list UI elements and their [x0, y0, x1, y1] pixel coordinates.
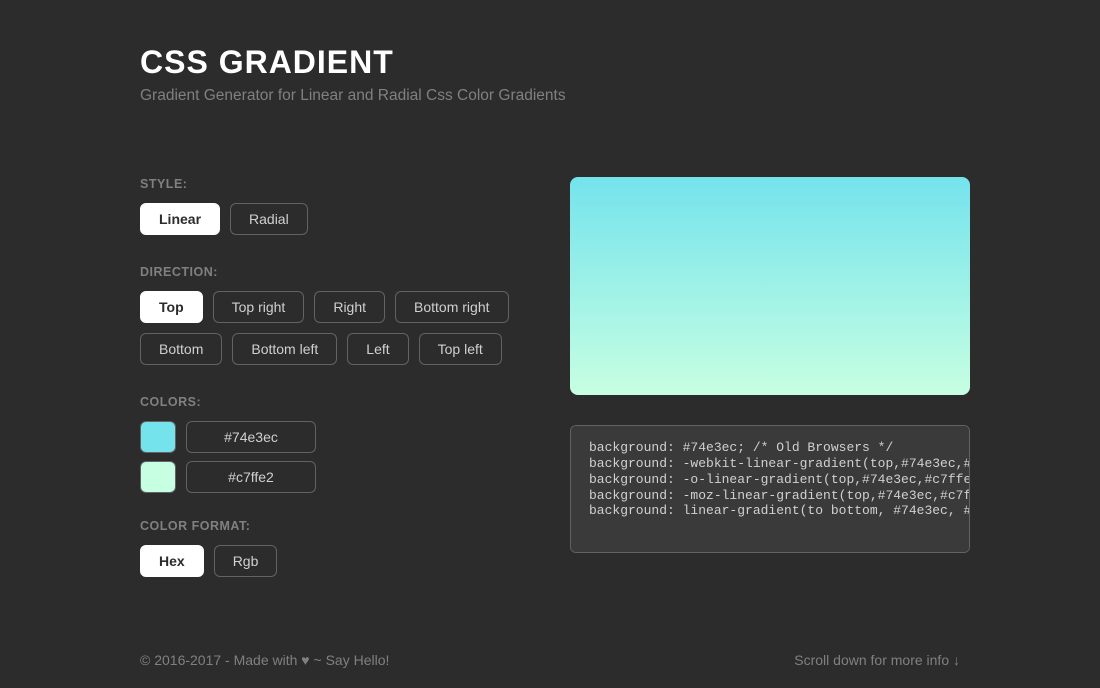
color-swatch-1[interactable]	[140, 461, 176, 493]
controls-panel: STYLE: Linear Radial DIRECTION: Top Top ri…	[140, 177, 540, 607]
format-option-rgb[interactable]: Rgb	[214, 545, 278, 577]
colors-label: COLORS:	[140, 395, 540, 409]
style-option-radial[interactable]: Radial	[230, 203, 308, 235]
say-hello-link[interactable]: Say Hello!	[326, 652, 390, 668]
color-format-label: COLOR FORMAT:	[140, 519, 540, 533]
direction-options: Top Top right Right Bottom right Bottom Botto…	[140, 291, 540, 365]
direction-label: DIRECTION:	[140, 265, 540, 279]
direction-option-bottom-left[interactable]: Bottom left	[232, 333, 337, 365]
style-options: Linear Radial	[140, 203, 540, 235]
page-subtitle: Gradient Generator for Linear and Radial…	[140, 87, 960, 105]
direction-option-top-left[interactable]: Top left	[419, 333, 502, 365]
direction-option-bottom-right[interactable]: Bottom right	[395, 291, 508, 323]
page-title: CSS GRADIENT	[140, 44, 960, 81]
direction-option-top[interactable]: Top	[140, 291, 203, 323]
color-format-options: Hex Rgb	[140, 545, 540, 577]
color-input-1[interactable]	[186, 461, 316, 493]
scroll-hint: Scroll down for more info ↓	[794, 652, 960, 668]
format-option-hex[interactable]: Hex	[140, 545, 204, 577]
style-label: STYLE:	[140, 177, 540, 191]
direction-option-top-right[interactable]: Top right	[213, 291, 305, 323]
code-output[interactable]: background: #74e3ec; /* Old Browsers */ …	[570, 425, 970, 553]
direction-option-left[interactable]: Left	[347, 333, 408, 365]
style-option-linear[interactable]: Linear	[140, 203, 220, 235]
copyright-text: © 2016-2017 - Made with	[140, 652, 301, 668]
code-text: background: #74e3ec; /* Old Browsers */ …	[571, 426, 970, 533]
color-input-0[interactable]	[186, 421, 316, 453]
direction-option-bottom[interactable]: Bottom	[140, 333, 222, 365]
color-swatch-0[interactable]	[140, 421, 176, 453]
output-panel: background: #74e3ec; /* Old Browsers */ …	[570, 177, 970, 607]
direction-option-right[interactable]: Right	[314, 291, 385, 323]
color-stops	[140, 421, 540, 493]
footer-left: © 2016-2017 - Made with ♥ ~ Say Hello!	[140, 652, 389, 668]
heart-icon: ♥	[301, 652, 309, 668]
gradient-preview	[570, 177, 970, 395]
